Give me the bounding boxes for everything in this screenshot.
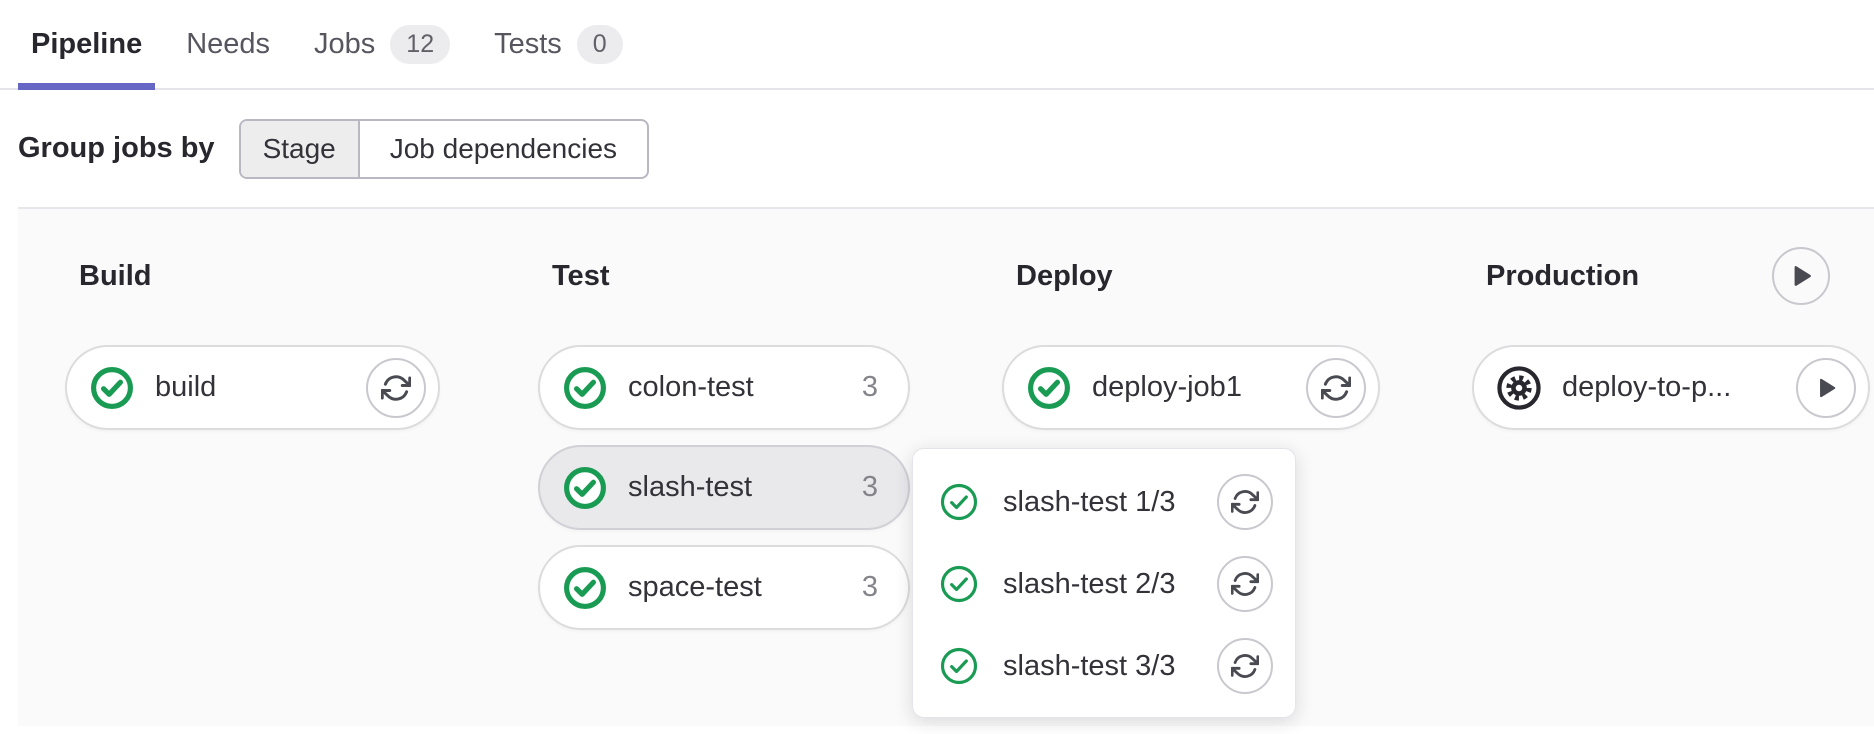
tab-pipeline[interactable]: Pipeline — [18, 0, 155, 88]
segment-job-dependencies[interactable]: Job dependencies — [360, 121, 647, 177]
stage-deploy: Deploy deploy-job1 — [1002, 207, 1380, 430]
job-name: deploy-to-p... — [1562, 371, 1776, 404]
tab-needs[interactable]: Needs — [173, 0, 283, 88]
group-jobs-by-bar: Group jobs by Stage Job dependencies — [18, 90, 649, 207]
parallel-job-count: 3 — [862, 471, 878, 504]
job-pill-build[interactable]: build — [65, 345, 440, 430]
pipeline-tab-bar: Pipeline Needs Jobs 12 Tests 0 — [0, 0, 1874, 90]
job-name: space-test — [628, 571, 842, 604]
segment-stage[interactable]: Stage — [241, 121, 360, 177]
stage-title: Test — [552, 260, 609, 293]
retry-icon — [1321, 373, 1351, 403]
jobs-count-badge: 12 — [390, 25, 450, 64]
status-success-icon — [939, 564, 979, 604]
tab-needs-label: Needs — [186, 28, 270, 61]
retry-icon — [1231, 570, 1259, 598]
group-by-segmented-control: Stage Job dependencies — [239, 119, 649, 179]
play-icon — [1787, 262, 1815, 290]
tab-tests-label: Tests — [494, 28, 562, 61]
stage-test: Test colon-test 3 slash-test 3 space-tes… — [538, 207, 910, 630]
job-name: colon-test — [628, 371, 842, 404]
status-success-icon — [939, 646, 979, 686]
tests-count-badge: 0 — [577, 25, 623, 64]
job-pill-deploy-to-prod[interactable]: deploy-to-p... — [1472, 345, 1870, 430]
status-success-icon — [939, 482, 979, 522]
status-success-icon — [89, 365, 135, 411]
status-success-icon — [562, 365, 608, 411]
job-pill-space-test[interactable]: space-test 3 — [538, 545, 910, 630]
tab-pipeline-label: Pipeline — [31, 28, 142, 61]
retry-button[interactable] — [366, 358, 426, 418]
job-name: slash-test — [628, 471, 842, 504]
stage-play-button[interactable] — [1772, 247, 1830, 305]
parallel-job-count: 3 — [862, 571, 878, 604]
job-name: slash-test 1/3 — [1003, 486, 1193, 519]
job-name: build — [155, 371, 346, 404]
retry-button[interactable] — [1217, 474, 1273, 530]
status-success-icon — [562, 465, 608, 511]
dropdown-item-slash-test-1[interactable]: slash-test 1/3 — [939, 461, 1273, 543]
parallel-job-count: 3 — [862, 371, 878, 404]
dropdown-item-slash-test-2[interactable]: slash-test 2/3 — [939, 543, 1273, 625]
stage-title: Build — [79, 260, 152, 293]
stage-test-header: Test — [538, 247, 910, 305]
stage-test-jobs: colon-test 3 slash-test 3 space-test 3 — [538, 345, 910, 630]
retry-icon — [1231, 652, 1259, 680]
play-button[interactable] — [1796, 358, 1856, 418]
status-success-icon — [1026, 365, 1072, 411]
stage-build-header: Build — [65, 247, 440, 305]
stage-title: Deploy — [1016, 260, 1113, 293]
job-pill-colon-test[interactable]: colon-test 3 — [538, 345, 910, 430]
play-icon — [1813, 375, 1839, 401]
tab-tests[interactable]: Tests 0 — [481, 0, 636, 88]
stage-production-header: Production — [1472, 247, 1870, 305]
job-pill-slash-test[interactable]: slash-test 3 — [538, 445, 910, 530]
group-jobs-by-label: Group jobs by — [18, 132, 215, 165]
retry-icon — [381, 373, 411, 403]
retry-icon — [1231, 488, 1259, 516]
status-manual-icon — [1496, 365, 1542, 411]
stage-build: Build build — [65, 207, 440, 430]
jobs-dropdown: slash-test 1/3 slash-test 2/3 slash-test… — [912, 448, 1296, 718]
job-name: slash-test 2/3 — [1003, 568, 1193, 601]
stage-production: Production deploy-to-p... — [1472, 207, 1870, 430]
dropdown-item-slash-test-3[interactable]: slash-test 3/3 — [939, 625, 1273, 707]
job-pill-deploy-job1[interactable]: deploy-job1 — [1002, 345, 1380, 430]
stage-deploy-jobs: deploy-job1 — [1002, 345, 1380, 430]
tab-jobs-label: Jobs — [314, 28, 375, 61]
stage-build-jobs: build — [65, 345, 440, 430]
retry-button[interactable] — [1217, 638, 1273, 694]
stage-deploy-header: Deploy — [1002, 247, 1380, 305]
stage-title: Production — [1486, 260, 1639, 293]
retry-button[interactable] — [1306, 358, 1366, 418]
job-name: slash-test 3/3 — [1003, 650, 1193, 683]
stage-production-jobs: deploy-to-p... — [1472, 345, 1870, 430]
job-name: deploy-job1 — [1092, 371, 1286, 404]
retry-button[interactable] — [1217, 556, 1273, 612]
status-success-icon — [562, 565, 608, 611]
tab-jobs[interactable]: Jobs 12 — [301, 0, 463, 88]
